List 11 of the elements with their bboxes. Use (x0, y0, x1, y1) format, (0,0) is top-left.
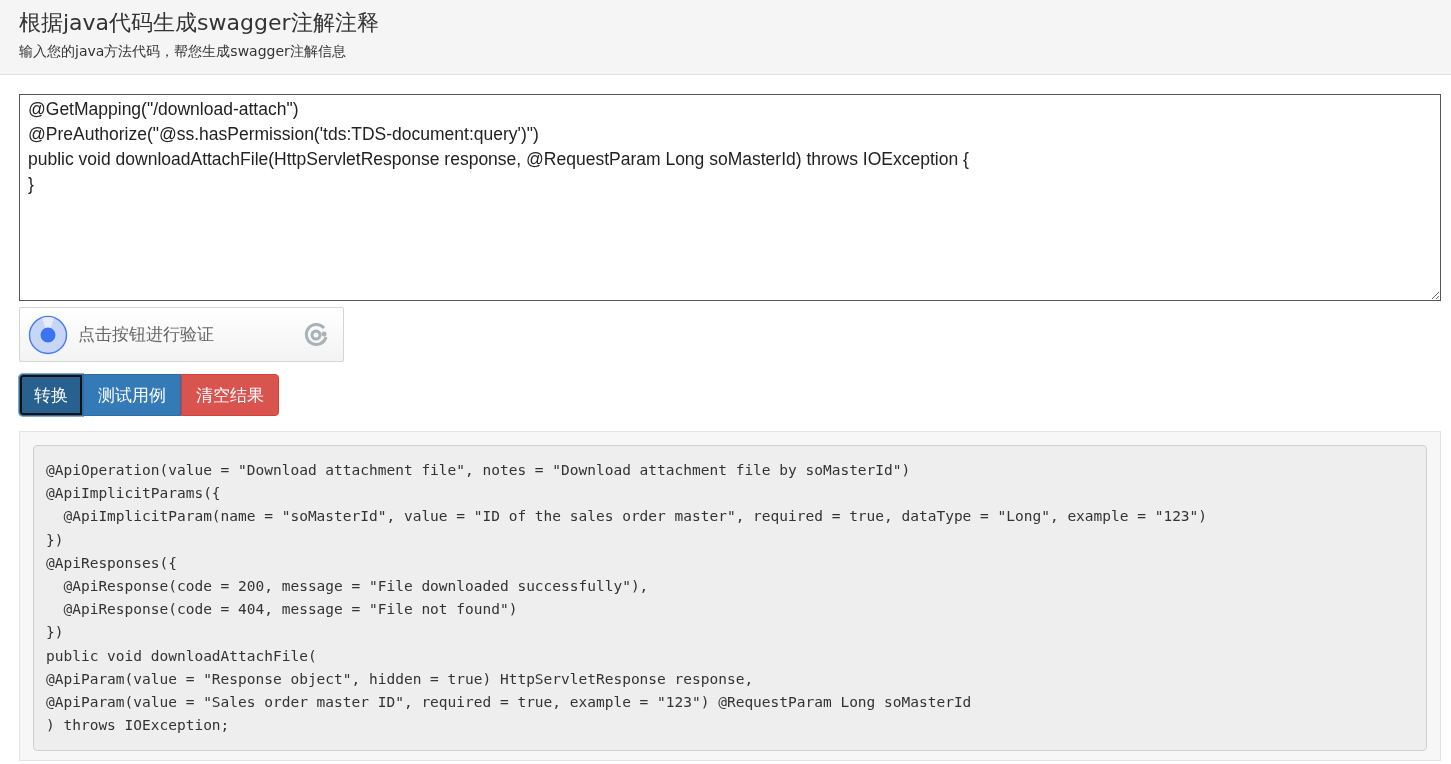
page-subtitle: 输入您的java方法代码，帮您生成swagger注解信息 (19, 43, 347, 61)
swirl-logo-icon (303, 321, 329, 348)
action-button[interactable]: 测试用例 (83, 374, 181, 416)
action-button[interactable]: 转换 (19, 374, 83, 416)
action-button[interactable]: 清空结果 (181, 374, 279, 416)
page-title: 根据java代码生成swagger注解注释 (19, 9, 380, 37)
captcha-widget[interactable]: 点击按钮进行验证 (19, 307, 344, 362)
result-code-block: @ApiOperation(value = "Download attachment file", notes = "Download attachment file by soMasterId") @ApiImplicitParams({ @ApiImplicitParam(name = "soMasterId", value = "ID of the sales order master", required = true, dataType = "Long", example = "123") }) @ApiResponses({ @ApiResponse(code = 200, message = "File downloaded successfully"), @ApiResponse(code = 404, message = "File not found") }) public void downloadAttachFile( @ApiParam(value = "Response object", hidden = true) HttpServletResponse response, @ApiParam(value = "Sales order master ID", required = true, example = "123") @RequestParam Long soMasterId ) throws IOException; (33, 445, 1427, 752)
captcha-label: 点击按钮进行验证 (78, 323, 215, 346)
code-input-field[interactable]: @GetMapping("/download-attach") @PreAuthorize("@ss.hasPermission('tds:TDS-document:query')") public void downloadAttachFile(HttpServletResponse response, @RequestParam Long soMasterId) throws IOException { } (19, 94, 1441, 301)
radar-icon (28, 314, 68, 355)
